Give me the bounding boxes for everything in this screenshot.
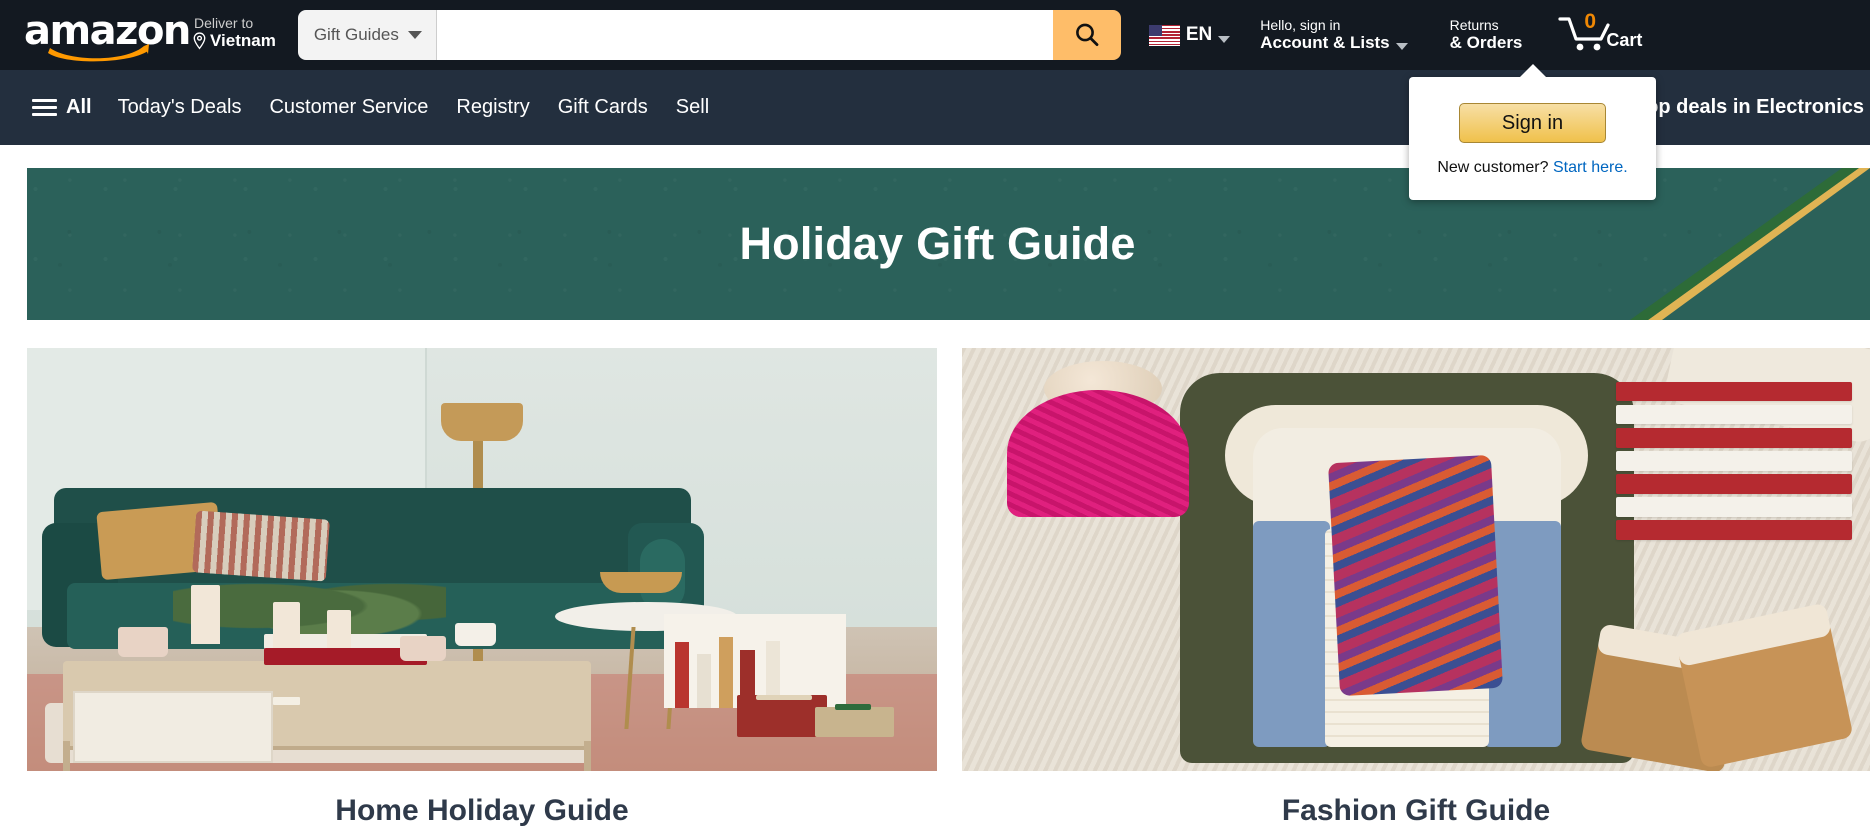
language-label: EN xyxy=(1185,24,1213,45)
search-bar: Gift Guides xyxy=(297,10,1121,60)
gift-guide-card-home[interactable]: Home Holiday Guide xyxy=(27,348,937,828)
deliver-to-label: Deliver to xyxy=(194,15,254,31)
nav-item-sell[interactable]: Sell xyxy=(666,90,719,125)
nav-all-label: All xyxy=(66,96,92,118)
account-and-lists-button[interactable]: Hello, sign in Account & Lists xyxy=(1254,13,1413,58)
start-here-link[interactable]: Start here. xyxy=(1553,159,1628,176)
returns-and-orders-button[interactable]: Returns & Orders xyxy=(1444,13,1529,58)
chevron-down-icon xyxy=(407,31,422,39)
search-icon xyxy=(1075,23,1099,47)
nav-promo-link[interactable]: Shop deals in Electronics xyxy=(1621,96,1864,119)
search-category-label: Gift Guides xyxy=(313,25,399,44)
shopping-cart-icon: 0 xyxy=(1556,10,1612,54)
nav-item-gift-cards[interactable]: Gift Cards xyxy=(548,90,658,125)
winter-fashion-flatlay[interactable] xyxy=(962,348,1870,771)
new-customer-label: New customer? xyxy=(1437,159,1549,176)
account-lists-text: Account & Lists xyxy=(1260,32,1390,52)
sign-in-button[interactable]: Sign in xyxy=(1459,103,1606,143)
living-room-holiday-scene[interactable] xyxy=(27,348,937,771)
nav-all-menu-button[interactable]: All xyxy=(24,90,100,125)
gift-guide-card-home-caption[interactable]: Home Holiday Guide xyxy=(27,794,937,828)
gift-guide-card-fashion-caption[interactable]: Fashion Gift Guide xyxy=(962,794,1870,828)
nav-item-registry[interactable]: Registry xyxy=(446,90,539,125)
search-category-dropdown[interactable]: Gift Guides xyxy=(297,10,437,60)
search-input[interactable] xyxy=(436,10,1053,60)
cart-button[interactable]: 0 Cart xyxy=(1556,10,1642,58)
amazon-logo[interactable]: amazon xyxy=(22,9,191,64)
new-customer-row: New customer? Start here. xyxy=(1409,159,1656,177)
account-greeting: Hello, sign in xyxy=(1260,16,1341,33)
cart-item-count: 0 xyxy=(1584,10,1597,33)
deliver-to-country-text: Vietnam xyxy=(210,31,276,50)
flyout-arrow-icon xyxy=(1519,64,1547,78)
deliver-to-country: Vietnam xyxy=(192,31,276,50)
search-submit-button[interactable] xyxy=(1052,10,1121,60)
returns-label: Returns xyxy=(1449,16,1499,33)
gift-guide-card-fashion[interactable]: Fashion Gift Guide xyxy=(962,348,1870,828)
signin-flyout: Sign in New customer? Start here. xyxy=(1409,64,1656,200)
us-flag-icon xyxy=(1148,24,1180,46)
site-header: amazon Deliver to Vietnam Gift Guides EN… xyxy=(0,0,1870,70)
nav-promo-area: Shop deals in Electronics xyxy=(1621,70,1870,145)
language-selector[interactable]: EN xyxy=(1143,14,1236,56)
deliver-to-button[interactable]: Deliver to Vietnam xyxy=(186,12,282,58)
location-pin-icon xyxy=(193,31,206,49)
account-lists-label: Account & Lists xyxy=(1260,32,1408,53)
nav-item-customer-service[interactable]: Customer Service xyxy=(259,90,438,125)
amazon-smile-icon xyxy=(48,42,150,64)
hamburger-menu-icon xyxy=(32,99,57,116)
banner-title: Holiday Gift Guide xyxy=(739,218,1136,269)
chevron-down-icon xyxy=(1218,35,1231,43)
nav-item-todays-deals[interactable]: Today's Deals xyxy=(108,90,252,125)
orders-label: & Orders xyxy=(1449,32,1523,52)
chevron-down-icon xyxy=(1395,42,1408,50)
